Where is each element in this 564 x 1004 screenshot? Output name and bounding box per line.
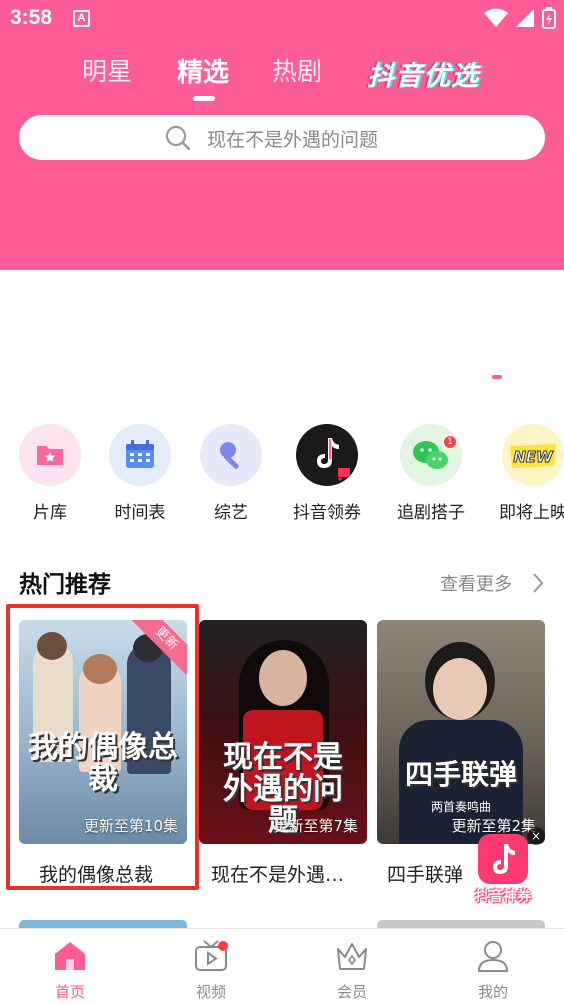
status-time: 3:58 xyxy=(10,6,53,29)
signal-icon xyxy=(515,9,534,27)
tab-hot-drama[interactable]: 热剧 xyxy=(272,52,322,88)
selection-highlight xyxy=(6,604,199,890)
shortcut-schedule[interactable]: 时间表 xyxy=(90,424,190,523)
nav-membership[interactable]: 会员 xyxy=(312,939,392,1002)
notification-icon: A xyxy=(73,10,90,27)
shortcut-label: 抖音领券 xyxy=(293,503,361,523)
nav-label: 我的 xyxy=(477,983,508,1001)
calendar-icon xyxy=(109,424,171,486)
folder-star-icon xyxy=(19,424,81,486)
search-bar[interactable]: 现在不是外遇的问题 xyxy=(19,115,545,160)
poster-image: 现在不是外遇的问题 更新至第7集 xyxy=(199,620,367,844)
chevron-right-icon[interactable] xyxy=(531,572,545,594)
tab-stars[interactable]: 明星 xyxy=(82,52,132,88)
nav-label: 视频 xyxy=(195,983,226,1001)
nav-label: 会员 xyxy=(336,983,367,1001)
shortcut-label: 时间表 xyxy=(114,503,166,523)
shortcut-label: 追剧搭子 xyxy=(397,503,465,523)
new-badge-icon: NEW xyxy=(502,424,564,486)
home-icon xyxy=(55,942,85,970)
notification-dot xyxy=(218,941,228,951)
notification-badge: 1 xyxy=(444,436,456,448)
close-icon[interactable]: × xyxy=(527,827,545,845)
coupon-label: 抖音神券 xyxy=(475,889,531,905)
user-icon xyxy=(477,941,509,972)
shortcut-row: 片库 时间表 综艺 抖音领券 1 追剧搭子 NEW 即将上映 xyxy=(0,424,564,534)
search-placeholder: 现在不是外遇的问题 xyxy=(207,129,379,151)
shortcut-label: 片库 xyxy=(33,503,67,523)
douyin-cart-icon xyxy=(296,424,358,486)
shortcut-drama-buddy[interactable]: 1 追剧搭子 xyxy=(381,424,481,523)
bottom-nav: 首页 视频 会员 我的 xyxy=(0,928,564,1004)
wifi-icon xyxy=(483,8,508,27)
shortcut-variety[interactable]: 综艺 xyxy=(181,424,281,523)
svg-text:NEW: NEW xyxy=(513,448,554,466)
status-bar: 3:58 A xyxy=(0,0,564,38)
poster-image: 四手联弹 两首奏鸣曲 更新至第2集 xyxy=(377,620,545,844)
carousel-indicator xyxy=(492,375,502,379)
shortcut-label: 综艺 xyxy=(214,503,248,523)
wechat-icon: 1 xyxy=(400,424,462,486)
tab-featured[interactable]: 精选 xyxy=(177,52,229,89)
search-icon xyxy=(165,125,191,151)
microphone-icon xyxy=(200,424,262,486)
nav-video[interactable]: 视频 xyxy=(171,939,251,1002)
nav-home[interactable]: 首页 xyxy=(30,939,110,1002)
shortcut-library[interactable]: 片库 xyxy=(0,424,100,523)
crown-icon xyxy=(337,943,367,970)
shortcut-douyin-coupon[interactable]: 抖音领券 xyxy=(277,424,377,523)
tab-douyin-select[interactable]: 抖音优选 xyxy=(367,54,479,93)
active-tab-indicator xyxy=(193,96,215,101)
shortcut-label: 即将上映 xyxy=(499,503,564,523)
poster-subtitle: 两首奏鸣曲 xyxy=(430,800,491,814)
status-icons xyxy=(482,7,556,29)
top-tabs: 明星 精选 热剧 xyxy=(0,52,564,102)
battery-icon xyxy=(542,7,556,29)
banner-carousel[interactable] xyxy=(0,270,564,400)
poster-title-art: 四手联弹 xyxy=(404,758,517,791)
section-title: 热门推荐 xyxy=(19,572,111,598)
episode-label: 更新至第7集 xyxy=(273,817,358,835)
see-more-link[interactable]: 查看更多 xyxy=(440,570,512,596)
nav-label: 首页 xyxy=(54,983,85,1001)
nav-profile[interactable]: 我的 xyxy=(453,939,533,1002)
card-title: 现在不是外遇… xyxy=(211,864,345,886)
shortcut-coming-soon[interactable]: NEW 即将上映 xyxy=(483,424,564,523)
